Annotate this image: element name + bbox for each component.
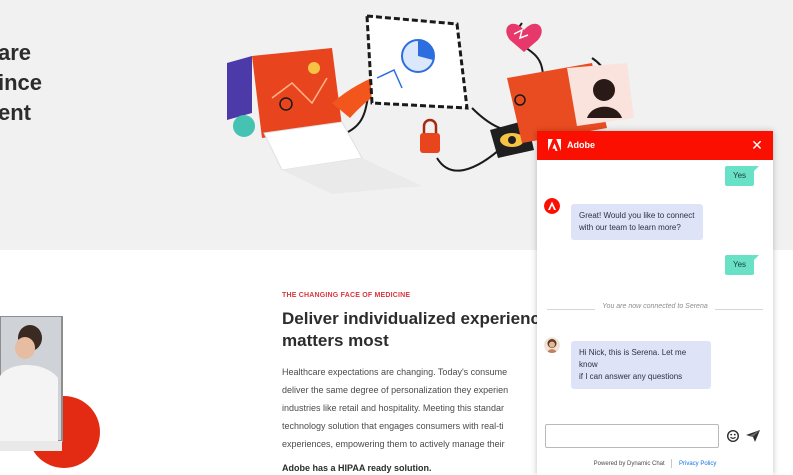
hero-heading-line-2: ince <box>0 70 43 95</box>
connected-divider: You are now connected to Serena <box>537 303 773 315</box>
bot-avatar-icon <box>544 198 560 214</box>
chat-header: Adobe ✕ <box>537 131 773 160</box>
page: are ince ent THE CHANGING FACE OF MEDICI… <box>0 0 793 475</box>
chat-message-user: Yes <box>725 166 760 186</box>
agent-avatar <box>544 337 560 353</box>
powered-by-text: Powered by Dynamic Chat <box>593 461 665 468</box>
section-title-line-2: matters most <box>282 331 389 350</box>
chat-message-user: Yes <box>725 255 760 275</box>
close-icon[interactable]: ✕ <box>749 137 765 153</box>
hero-heading-line-1: are <box>0 40 32 65</box>
divider-line <box>715 309 763 310</box>
chat-message-line: with our team to learn more? <box>579 223 681 232</box>
adobe-logo-icon <box>548 139 561 151</box>
section-body: Healthcare expectations are changing. To… <box>282 363 547 453</box>
chat-message-bot: Great! Would you like to connect with ou… <box>571 204 703 240</box>
chat-widget: Adobe ✕ Yes Great! Would you like to con… <box>537 131 773 475</box>
chat-message-line: if I can answer any questions <box>579 372 683 381</box>
doctor-photo <box>0 316 100 468</box>
emoji-icon[interactable] <box>727 430 739 442</box>
chat-message-input[interactable] <box>545 424 719 448</box>
body-line: Healthcare expectations are changing. To… <box>282 367 508 377</box>
section-title: Deliver individualized experiences w mat… <box>282 308 552 352</box>
footer-separator <box>671 459 673 468</box>
chat-message-line: Hi Nick, this is Serena. Let me know <box>579 348 687 369</box>
chat-message-line: Great! Would you like to connect <box>579 211 695 220</box>
body-line: experiences, empowering them to actively… <box>282 439 505 449</box>
chat-footer: Powered by Dynamic Chat Privacy Policy <box>537 459 773 468</box>
hipaa-callout: Adobe has a HIPAA ready solution. <box>282 463 432 473</box>
section-eyebrow: THE CHANGING FACE OF MEDICINE <box>282 292 411 299</box>
chat-title: Adobe <box>567 140 595 150</box>
send-icon[interactable] <box>746 430 760 442</box>
section-title-line-1: Deliver individualized experiences w <box>282 309 552 328</box>
hero-heading: are ince ent <box>0 38 42 128</box>
privacy-policy-link[interactable]: Privacy Policy <box>679 461 716 467</box>
body-line: technology solution that engages consume… <box>282 421 504 431</box>
body-line: deliver the same degree of personalizati… <box>282 385 509 395</box>
chat-message-agent: Hi Nick, this is Serena. Let me know if … <box>571 341 711 389</box>
body-line: industries like retail and hospitality. … <box>282 403 504 413</box>
hero-heading-line-3: ent <box>0 100 31 125</box>
